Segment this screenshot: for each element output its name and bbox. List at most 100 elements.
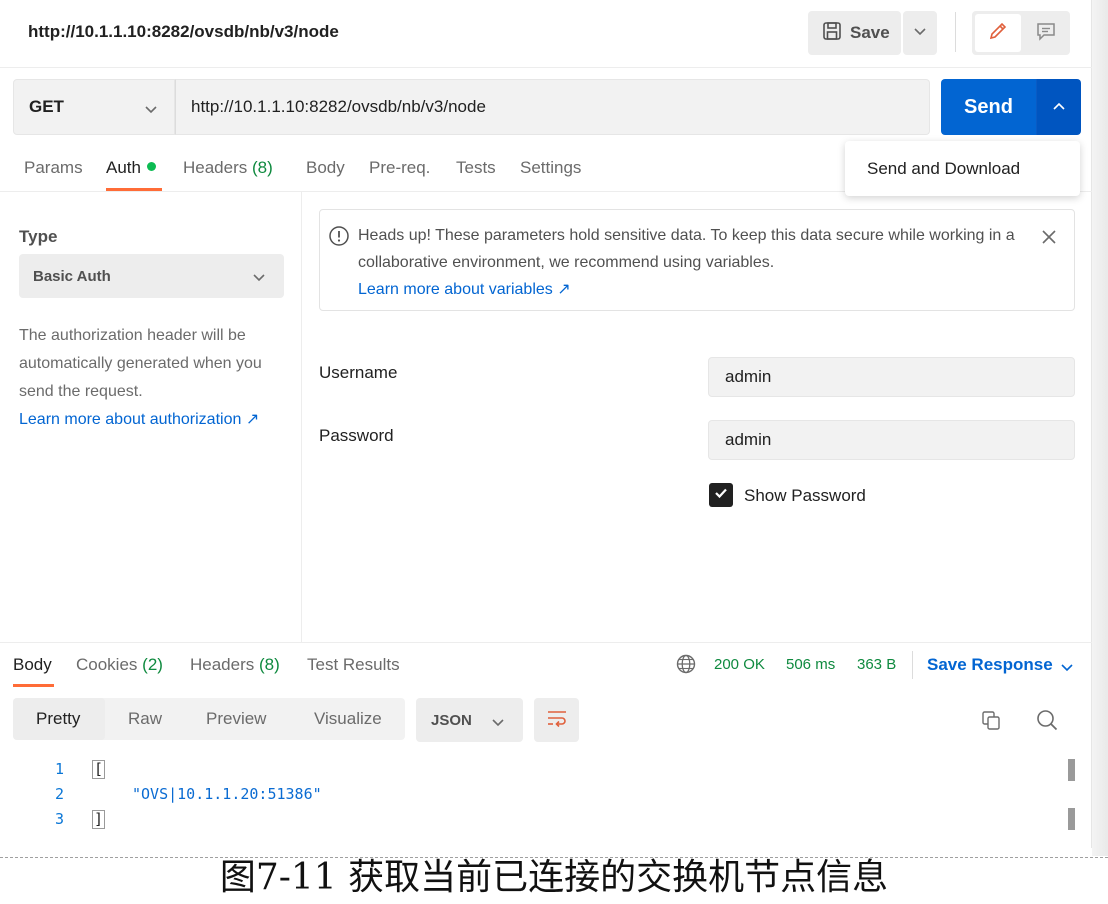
status-divider (912, 651, 913, 679)
globe-icon[interactable] (676, 654, 696, 679)
scrollbar-mark[interactable] (1068, 759, 1075, 781)
window-edge (1092, 0, 1108, 856)
tab-params[interactable]: Params (24, 158, 83, 178)
auth-type-label: Type (19, 227, 58, 246)
save-options-button[interactable] (903, 11, 937, 55)
save-icon (822, 21, 842, 46)
code-line: 2 "OVS|10.1.1.20:51386" (0, 785, 1060, 810)
sensitive-data-notice: Heads up! These parameters hold sensitiv… (319, 209, 1075, 311)
code-bracket: ] (92, 810, 106, 829)
save-label: Save (850, 23, 890, 42)
wrap-lines-icon (545, 708, 569, 733)
auth-learn-more-link[interactable]: Learn more about authorization ↗ (19, 411, 259, 428)
chevron-down-icon[interactable] (1060, 660, 1074, 678)
response-divider (0, 642, 1092, 643)
close-icon[interactable] (1040, 228, 1058, 251)
info-icon (328, 225, 350, 252)
request-tabs: Params Auth Headers (8) Body Pre-req. Te… (0, 148, 840, 192)
response-tab-body[interactable]: Body (13, 655, 52, 675)
code-text: [ (92, 760, 106, 779)
response-tab-test-results[interactable]: Test Results (307, 655, 400, 675)
response-code-viewer[interactable]: 1 [ 2 "OVS|10.1.1.20:51386" 3 ] (0, 756, 1060, 842)
auth-type-select[interactable]: Basic Auth (19, 254, 284, 298)
chevron-down-icon (491, 715, 505, 732)
auth-type-value: Basic Auth (33, 267, 111, 285)
postman-window: http://10.1.1.10:8282/ovsdb/nb/v3/node S… (0, 0, 1092, 848)
code-string: "OVS|10.1.1.20:51386" (132, 785, 322, 803)
chevron-down-icon (144, 100, 158, 120)
response-status-code[interactable]: 200 OK (714, 656, 765, 673)
pencil-icon (987, 20, 1009, 47)
tab-settings[interactable]: Settings (520, 158, 581, 178)
tab-auth-label: Auth (106, 158, 141, 177)
view-tab-visualize[interactable]: Visualize (314, 698, 382, 740)
line-number: 1 (54, 760, 64, 778)
cookies-count: (2) (142, 655, 163, 674)
request-title[interactable]: http://10.1.1.10:8282/ovsdb/nb/v3/node (28, 22, 339, 42)
username-input[interactable]: admin (708, 357, 1075, 397)
response-active-tab-indicator (13, 684, 54, 687)
response-headers-label: Headers (190, 655, 255, 674)
response-time[interactable]: 506 ms (786, 656, 835, 673)
code-line: 1 [ (0, 760, 1060, 785)
cookies-label: Cookies (76, 655, 138, 674)
method-select[interactable]: GET (13, 79, 175, 135)
copy-icon[interactable] (980, 709, 1002, 736)
code-bracket: [ (92, 760, 106, 779)
comments-button[interactable] (1024, 14, 1068, 52)
auth-description-text: The authorization header will be automat… (19, 327, 262, 400)
show-password-checkbox[interactable] (709, 483, 733, 507)
code-line: 3 ] (0, 810, 1060, 835)
url-input[interactable]: http://10.1.1.10:8282/ovsdb/nb/v3/node (175, 79, 930, 135)
body-view-tabs: Pretty Raw Preview Visualize (13, 698, 405, 740)
send-options-button[interactable] (1036, 79, 1081, 135)
chevron-down-icon (913, 24, 927, 42)
view-tab-preview[interactable]: Preview (206, 698, 266, 740)
toolbar-divider (955, 12, 956, 52)
tab-headers-label: Headers (183, 158, 248, 177)
response-tab-headers[interactable]: Headers (8) (190, 655, 280, 675)
send-and-download-item[interactable]: Send and Download (867, 159, 1020, 179)
search-icon[interactable] (1035, 708, 1059, 737)
response-size[interactable]: 363 B (857, 656, 896, 673)
username-label: Username (319, 363, 398, 382)
tab-headers[interactable]: Headers (8) (183, 158, 273, 178)
tab-tests[interactable]: Tests (456, 158, 496, 178)
tab-headers-count: (8) (252, 158, 273, 177)
save-button[interactable]: Save (808, 11, 901, 55)
password-label: Password (319, 426, 394, 445)
save-response-button[interactable]: Save Response (927, 655, 1053, 675)
auth-status-dot (146, 162, 156, 171)
auth-type-panel: Type Basic Auth The authorization header… (0, 192, 302, 642)
format-select[interactable]: JSON (416, 698, 523, 742)
view-tab-raw[interactable]: Raw (128, 698, 162, 740)
edit-mode-button[interactable] (975, 14, 1021, 52)
scrollbar-mark[interactable] (1068, 808, 1075, 830)
figure-caption: 图7-11 获取当前已连接的交换机节点信息 (219, 857, 889, 898)
tab-body[interactable]: Body (306, 158, 345, 178)
show-password-label[interactable]: Show Password (744, 486, 866, 506)
request-title-bar: http://10.1.1.10:8282/ovsdb/nb/v3/node S… (0, 0, 1092, 68)
send-options-menu: Send and Download (845, 141, 1080, 196)
chevron-up-icon (1052, 98, 1066, 116)
comment-icon (1035, 20, 1057, 47)
notice-text: Heads up! These parameters hold sensitiv… (358, 222, 1018, 303)
auth-description: The authorization header will be automat… (19, 322, 294, 434)
view-tab-pretty[interactable]: Pretty (13, 698, 105, 740)
view-mode-toggle (972, 11, 1070, 55)
notice-message: Heads up! These parameters hold sensitiv… (358, 227, 1015, 271)
format-value: JSON (431, 711, 472, 729)
method-value: GET (29, 97, 64, 116)
chevron-down-icon (252, 270, 266, 287)
notice-learn-more-link[interactable]: Learn more about variables ↗ (358, 281, 571, 298)
response-headers-count: (8) (259, 655, 280, 674)
line-number: 2 (54, 785, 64, 803)
password-input[interactable]: admin (708, 420, 1075, 460)
tab-auth[interactable]: Auth (106, 158, 156, 178)
wrap-lines-button[interactable] (534, 698, 579, 742)
line-number: 3 (54, 810, 64, 828)
send-button[interactable]: Send (941, 79, 1036, 135)
response-tab-cookies[interactable]: Cookies (2) (76, 655, 163, 675)
code-text: ] (92, 810, 106, 829)
tab-prereq[interactable]: Pre-req. (369, 158, 430, 178)
